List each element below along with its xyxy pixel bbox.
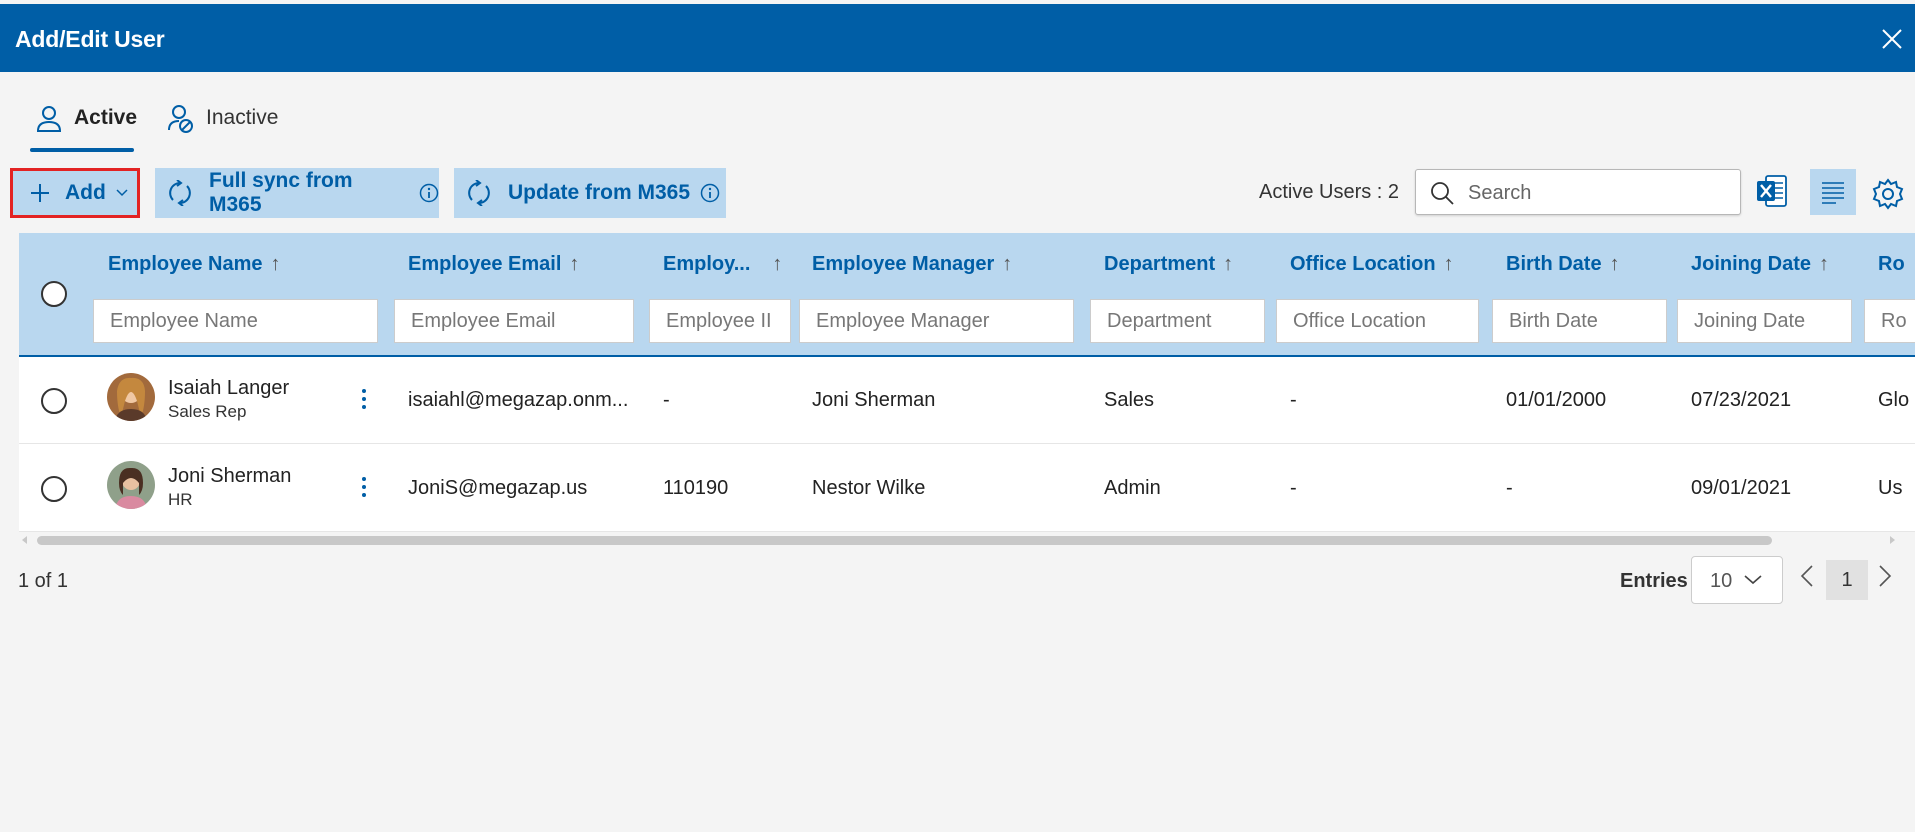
column-header-role[interactable]: Ro bbox=[1878, 253, 1905, 276]
user-email: isaiahl@megazap.onm... bbox=[408, 389, 629, 411]
chevron-right-icon[interactable] bbox=[1878, 565, 1892, 587]
column-header-employee-name[interactable]: Employee Name ↑ bbox=[108, 253, 281, 276]
column-header-department[interactable]: Department ↑ bbox=[1104, 253, 1233, 276]
entries-label: Entries bbox=[1620, 570, 1688, 592]
row-select-radio[interactable] bbox=[41, 476, 67, 502]
user-employee-id: - bbox=[663, 389, 670, 411]
user-department: Admin bbox=[1104, 477, 1161, 499]
text-align-icon bbox=[1822, 182, 1844, 204]
filter-employee-email[interactable] bbox=[394, 299, 634, 343]
search-input[interactable] bbox=[1466, 178, 1730, 208]
tab-active[interactable]: Active bbox=[36, 104, 137, 152]
excel-export-icon[interactable] bbox=[1756, 174, 1788, 208]
tab-inactive-label: Inactive bbox=[206, 106, 279, 129]
more-options-icon[interactable] bbox=[359, 389, 369, 413]
sync-icon bbox=[169, 180, 191, 206]
column-header-birth-date[interactable]: Birth Date ↑ bbox=[1506, 253, 1620, 276]
full-sync-button[interactable]: Full sync from M365 bbox=[155, 168, 439, 218]
table-row[interactable]: Joni Sherman HR JoniS@megazap.us 110190 … bbox=[19, 445, 1915, 532]
user-employee-id: 110190 bbox=[663, 477, 729, 499]
user-joining-date: 09/01/2021 bbox=[1691, 477, 1792, 499]
gear-icon[interactable] bbox=[1872, 178, 1904, 210]
user-joining-date: 07/23/2021 bbox=[1691, 389, 1792, 411]
dialog-titlebar: Add/Edit User bbox=[0, 4, 1915, 72]
sync-icon bbox=[468, 180, 490, 206]
user-name: Joni Sherman bbox=[168, 465, 292, 487]
info-icon[interactable] bbox=[419, 183, 439, 203]
chevron-down-icon bbox=[1744, 575, 1762, 585]
user-role-cell: Glo bbox=[1878, 389, 1910, 411]
user-name: Isaiah Langer bbox=[168, 377, 290, 399]
scroll-right-icon[interactable] bbox=[1888, 536, 1896, 544]
filter-joining-date[interactable] bbox=[1677, 299, 1852, 343]
user-blocked-icon bbox=[168, 105, 193, 133]
tab-inactive[interactable]: Inactive bbox=[168, 104, 278, 152]
avatar bbox=[107, 461, 155, 509]
active-users-count: Active Users : 2 bbox=[1259, 181, 1400, 203]
table-header: Employee Name ↑ Employee Email ↑ Employ...… bbox=[19, 233, 1915, 357]
user-manager: Nestor Wilke bbox=[812, 477, 926, 499]
dialog-title: Add/Edit User bbox=[15, 26, 165, 52]
search-box[interactable] bbox=[1415, 169, 1741, 215]
column-header-joining-date[interactable]: Joining Date ↑ bbox=[1691, 253, 1829, 276]
add-button[interactable]: Add bbox=[10, 168, 140, 218]
filter-birth-date[interactable] bbox=[1492, 299, 1667, 343]
table-row[interactable]: Isaiah Langer Sales Rep isaiahl@megazap.… bbox=[19, 357, 1915, 444]
chevron-left-icon[interactable] bbox=[1800, 565, 1814, 587]
update-from-m365-button[interactable]: Update from M365 bbox=[454, 168, 726, 218]
full-sync-label: Full sync from M365 bbox=[209, 169, 353, 216]
user-role: Sales Rep bbox=[168, 402, 247, 421]
plus-icon bbox=[31, 184, 49, 202]
tab-active-label: Active bbox=[74, 106, 138, 129]
column-header-employee-id[interactable]: Employ... ↑ bbox=[663, 253, 782, 276]
chevron-down-icon bbox=[116, 189, 128, 197]
user-office: - bbox=[1290, 477, 1297, 499]
column-header-employee-manager[interactable]: Employee Manager ↑ bbox=[812, 253, 1012, 276]
column-header-employee-email[interactable]: Employee Email ↑ bbox=[408, 253, 579, 276]
user-icon bbox=[36, 106, 62, 132]
pagination-info: 1 of 1 bbox=[18, 570, 69, 592]
user-role-cell: Us bbox=[1878, 477, 1903, 499]
row-select-radio[interactable] bbox=[41, 388, 67, 414]
user-email: JoniS@megazap.us bbox=[408, 477, 588, 499]
user-office: - bbox=[1290, 389, 1297, 411]
search-icon bbox=[1431, 182, 1454, 205]
page-number-current[interactable]: 1 bbox=[1826, 560, 1868, 600]
filter-office-location[interactable] bbox=[1276, 299, 1479, 343]
user-birth-date: - bbox=[1506, 477, 1513, 499]
user-department: Sales bbox=[1104, 389, 1155, 411]
filter-department[interactable] bbox=[1090, 299, 1265, 343]
update-label: Update from M365 bbox=[508, 181, 691, 204]
scroll-left-icon[interactable] bbox=[21, 536, 29, 544]
column-header-office-location[interactable]: Office Location ↑ bbox=[1290, 253, 1454, 276]
user-manager: Joni Sherman bbox=[812, 389, 936, 411]
info-icon[interactable] bbox=[700, 183, 720, 203]
entries-value: 10 bbox=[1710, 570, 1733, 592]
scrollbar-thumb[interactable] bbox=[37, 536, 1772, 545]
filter-employee-manager[interactable] bbox=[799, 299, 1074, 343]
tab-active-indicator bbox=[30, 148, 134, 152]
horizontal-scrollbar[interactable] bbox=[19, 533, 1915, 547]
more-options-icon[interactable] bbox=[359, 477, 369, 501]
user-role: HR bbox=[168, 490, 193, 509]
view-toggle-button[interactable] bbox=[1810, 169, 1856, 215]
table-body: Isaiah Langer Sales Rep isaiahl@megazap.… bbox=[19, 357, 1915, 532]
filter-employee-name[interactable] bbox=[93, 299, 378, 343]
select-all-radio[interactable] bbox=[41, 281, 67, 307]
user-birth-date: 01/01/2000 bbox=[1506, 389, 1607, 411]
add-button-label: Add bbox=[65, 181, 106, 204]
avatar bbox=[107, 373, 155, 421]
filter-employee-id[interactable] bbox=[649, 299, 791, 343]
filter-role[interactable] bbox=[1864, 299, 1915, 343]
close-icon[interactable] bbox=[1881, 28, 1903, 50]
entries-select[interactable]: 10 bbox=[1691, 556, 1783, 604]
